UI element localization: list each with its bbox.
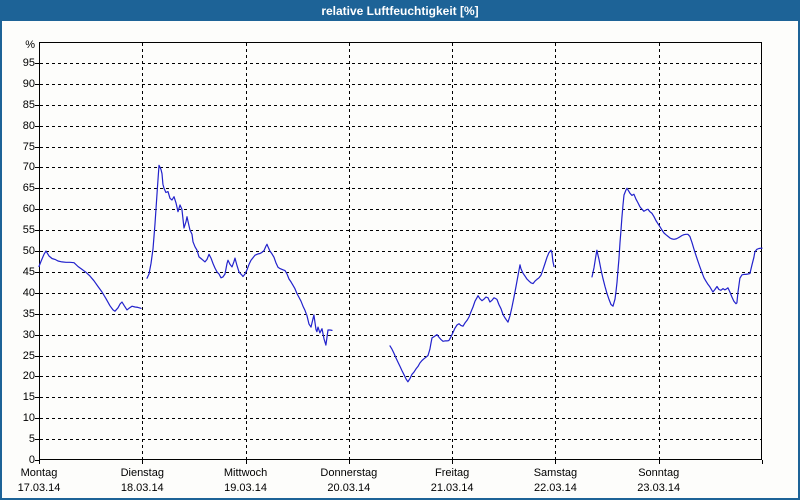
y-axis-unit-label: % (25, 38, 35, 51)
y-axis-label: 55 (22, 224, 35, 237)
x-axis-day-label: Samstag (533, 467, 578, 479)
x-axis-date-label: 17.03.14 (17, 482, 61, 494)
x-axis-day-label: Mittwoch (223, 467, 268, 479)
x-axis-day-label: Sonntag (638, 467, 680, 479)
y-axis-label: 35 (22, 307, 35, 320)
y-axis-label: 80 (22, 119, 35, 132)
y-axis-label: 65 (22, 182, 35, 195)
x-axis-day-label: Donnerstag (320, 467, 378, 479)
humidity-line-segment (146, 164, 333, 346)
y-axis-label: 25 (22, 349, 35, 362)
y-axis-label: 15 (22, 391, 35, 404)
y-axis-label: 90 (22, 77, 35, 90)
x-axis-date-label: 22.03.14 (534, 482, 577, 494)
y-axis-label: 40 (22, 286, 35, 299)
y-axis-label: 95 (22, 56, 35, 69)
y-axis-label: 70 (22, 161, 35, 174)
y-axis-label: 45 (22, 265, 35, 278)
chart-window: relative Luftfeuchtigkeit [%] % 0 5 10 15 20 2… (0, 0, 800, 500)
y-axis-label: 5 (28, 433, 35, 446)
y-axis-label: 60 (22, 203, 35, 216)
chart-title: relative Luftfeuchtigkeit [%] (321, 3, 479, 18)
y-axis-label: 10 (22, 412, 35, 425)
x-axis-date-label: 20.03.14 (327, 482, 371, 494)
y-axis-label: 85 (22, 98, 35, 111)
humidity-line-segment (389, 249, 555, 383)
x-axis-date-label: 18.03.14 (120, 482, 164, 494)
x-axis-day-label: Freitag (435, 467, 470, 479)
x-axis-day-label: Dienstag (120, 467, 164, 479)
humidity-chart (35, 42, 763, 464)
x-axis-date-label: 19.03.14 (224, 482, 267, 494)
title-bar: relative Luftfeuchtigkeit [%] (0, 0, 800, 21)
humidity-line-segment (38, 250, 142, 312)
x-axis-day-label: Montag (20, 467, 58, 479)
x-axis-date-label: 23.03.14 (637, 482, 681, 494)
humidity-line-segment (591, 187, 763, 307)
y-axis-label: 20 (22, 370, 35, 383)
x-axis-date-label: 21.03.14 (430, 482, 474, 494)
y-axis-label: 30 (22, 328, 35, 341)
y-axis-label: 50 (22, 245, 35, 257)
y-axis-label: 0 (28, 454, 35, 466)
y-axis-label: 75 (22, 140, 35, 153)
